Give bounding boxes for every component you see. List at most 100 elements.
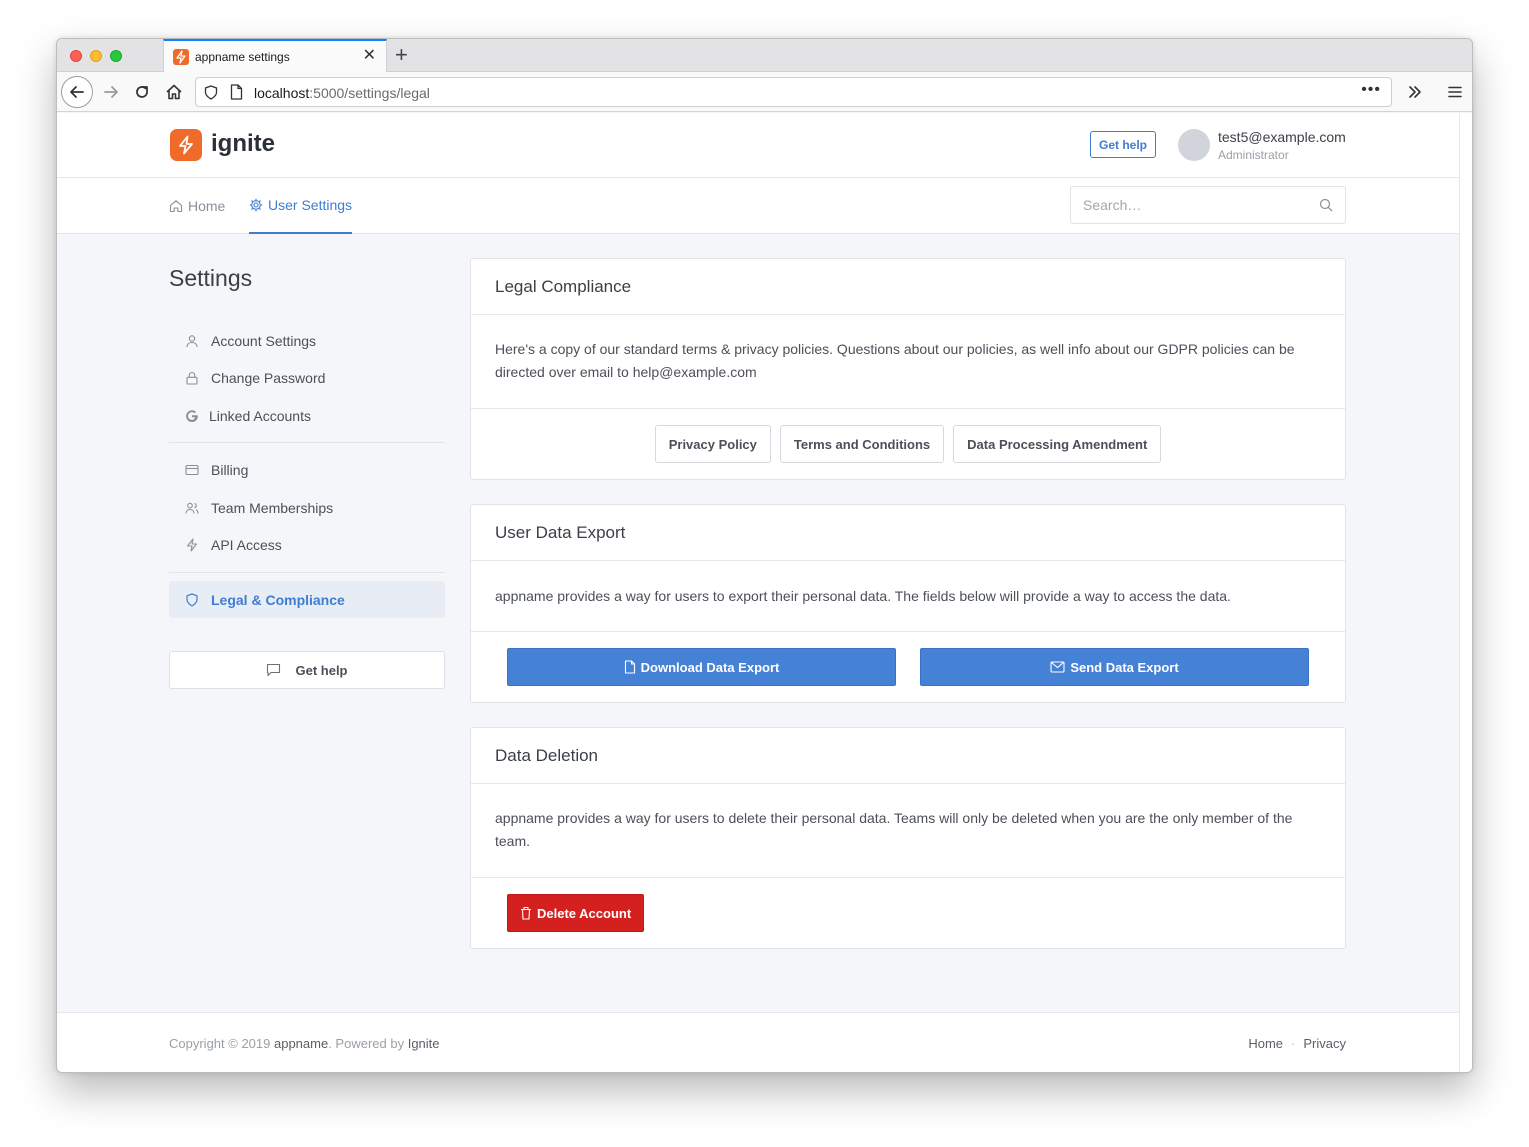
sidebar-item-change-password[interactable]: Change Password xyxy=(169,359,445,396)
footer-link-privacy[interactable]: Privacy xyxy=(1303,1036,1346,1051)
delete-account-label: Delete Account xyxy=(537,905,632,921)
nav-home-label: Home xyxy=(188,198,226,214)
search-icon[interactable] xyxy=(1319,198,1333,212)
nav-user-settings-label: User Settings xyxy=(268,197,353,213)
sub-navigation: Home User Settings xyxy=(57,178,1459,234)
header-get-help-button[interactable]: Get help xyxy=(1090,131,1157,158)
data-processing-amendment-button[interactable]: Data Processing Amendment xyxy=(953,425,1162,463)
export-card-body: appname provides a way for users to expo… xyxy=(471,561,1345,632)
users-icon xyxy=(185,502,199,514)
arrow-right-icon xyxy=(104,86,118,98)
sidebar-divider xyxy=(169,442,445,443)
hamburger-menu-button[interactable] xyxy=(1441,78,1469,106)
user-icon xyxy=(186,334,198,347)
page-icon xyxy=(230,84,243,100)
zap-icon xyxy=(186,537,198,552)
legal-compliance-card: Legal Compliance Here's a copy of our st… xyxy=(470,258,1346,480)
back-button[interactable] xyxy=(61,76,93,108)
send-data-export-label: Send Data Export xyxy=(1070,659,1179,675)
page-footer: Copyright © 2019 appname. Powered by Ign… xyxy=(57,1012,1459,1072)
favicon-icon xyxy=(173,49,189,65)
delete-account-button[interactable]: Delete Account xyxy=(507,894,645,932)
reload-button[interactable] xyxy=(128,78,156,106)
sidebar-get-help-button[interactable]: Get help xyxy=(169,651,445,689)
double-chevron-right-icon xyxy=(1409,86,1421,98)
data-deletion-card: Data Deletion appname provides a way for… xyxy=(470,727,1346,949)
forward-button[interactable] xyxy=(97,78,125,106)
footer-links: Home · Privacy xyxy=(1248,1036,1346,1051)
browser-toolbar: localhost:5000/settings/legal ••• xyxy=(57,72,1472,112)
download-data-export-label: Download Data Export xyxy=(640,659,780,675)
gear-icon xyxy=(249,198,263,212)
sidebar-item-label: API Access xyxy=(211,536,282,553)
user-email[interactable]: test5@example.com xyxy=(1218,129,1346,145)
sidebar-item-api-access[interactable]: API Access xyxy=(169,526,445,563)
sidebar-item-label: Legal & Compliance xyxy=(211,591,345,608)
credit-card-icon xyxy=(185,464,199,475)
sidebar-item-team-memberships[interactable]: Team Memberships xyxy=(169,489,445,526)
footer-brand-link[interactable]: Ignite xyxy=(408,1036,440,1051)
close-window-button[interactable] xyxy=(70,50,82,62)
desktop-background: appname settings ✕ + localhost:5000/sett… xyxy=(0,0,1529,1147)
footer-app-name[interactable]: appname xyxy=(274,1036,328,1051)
scrollbar[interactable] xyxy=(1459,113,1472,1072)
browser-window: appname settings ✕ + localhost:5000/sett… xyxy=(56,38,1473,1073)
page-actions-icon[interactable]: ••• xyxy=(1361,81,1381,99)
copyright-text: Copyright © 2019 appname. Powered by Ign… xyxy=(169,1036,440,1051)
terms-and-conditions-button[interactable]: Terms and Conditions xyxy=(779,425,945,463)
user-data-export-card: User Data Export appname provides a way … xyxy=(470,504,1346,703)
close-tab-icon[interactable]: ✕ xyxy=(363,47,376,65)
privacy-policy-button[interactable]: Privacy Policy xyxy=(654,425,771,463)
reload-icon xyxy=(136,86,148,98)
shield-icon xyxy=(186,592,198,607)
overflow-menu-button[interactable] xyxy=(1401,78,1429,106)
minimize-window-button[interactable] xyxy=(90,50,102,62)
legal-card-actions: Privacy Policy Terms and Conditions Data… xyxy=(471,409,1345,479)
deletion-card-actions: Delete Account xyxy=(471,878,1345,948)
footer-separator: · xyxy=(1291,1036,1296,1051)
sidebar-item-label: Linked Accounts xyxy=(209,407,311,424)
app-header: ignite Get help test5@example.com Admini… xyxy=(57,113,1459,178)
sidebar-item-billing[interactable]: Billing xyxy=(169,451,445,488)
url-text: localhost:5000/settings/legal xyxy=(254,85,430,101)
card-title: Data Deletion xyxy=(471,728,1345,784)
maximize-window-button[interactable] xyxy=(110,50,122,62)
message-icon xyxy=(267,663,281,677)
sidebar-item-legal-compliance[interactable]: Legal & Compliance xyxy=(169,581,445,618)
sidebar-item-label: Change Password xyxy=(211,369,326,386)
new-tab-icon[interactable]: + xyxy=(395,43,408,67)
browser-tab-bar: appname settings ✕ + xyxy=(57,39,1472,72)
card-title: Legal Compliance xyxy=(471,259,1345,315)
arrow-left-icon xyxy=(70,86,84,98)
download-data-export-button[interactable]: Download Data Export xyxy=(507,648,896,686)
sidebar-item-label: Team Memberships xyxy=(211,499,334,516)
search-input[interactable] xyxy=(1071,187,1311,223)
browser-tab[interactable]: appname settings ✕ xyxy=(163,39,387,72)
nav-home[interactable]: Home xyxy=(169,178,225,234)
export-card-actions: Download Data Export Send Data Export xyxy=(471,632,1345,702)
trash-icon xyxy=(521,906,531,920)
address-bar[interactable]: localhost:5000/settings/legal ••• xyxy=(195,77,1392,107)
home-button[interactable] xyxy=(160,78,188,106)
lock-icon xyxy=(186,371,198,385)
mail-icon xyxy=(1050,661,1065,673)
shield-icon xyxy=(204,85,218,100)
sidebar-get-help-label: Get help xyxy=(295,662,348,678)
card-title: User Data Export xyxy=(471,505,1345,561)
sidebar-item-account-settings[interactable]: Account Settings xyxy=(169,322,445,359)
tab-title: appname settings xyxy=(195,50,290,64)
file-icon xyxy=(624,660,635,674)
settings-title: Settings xyxy=(169,265,253,291)
send-data-export-button[interactable]: Send Data Export xyxy=(920,648,1309,686)
sidebar-item-label: Billing xyxy=(211,461,249,478)
logo-icon[interactable] xyxy=(170,129,202,161)
hamburger-icon xyxy=(1448,86,1462,98)
avatar[interactable] xyxy=(1178,129,1210,161)
google-icon xyxy=(186,409,198,422)
footer-link-home[interactable]: Home xyxy=(1248,1036,1283,1051)
sidebar-item-linked-accounts[interactable]: Linked Accounts xyxy=(169,397,445,434)
sidebar-divider xyxy=(169,572,445,573)
logo-text[interactable]: ignite xyxy=(211,130,275,158)
nav-user-settings[interactable]: User Settings xyxy=(249,178,353,234)
home-icon xyxy=(166,84,182,100)
